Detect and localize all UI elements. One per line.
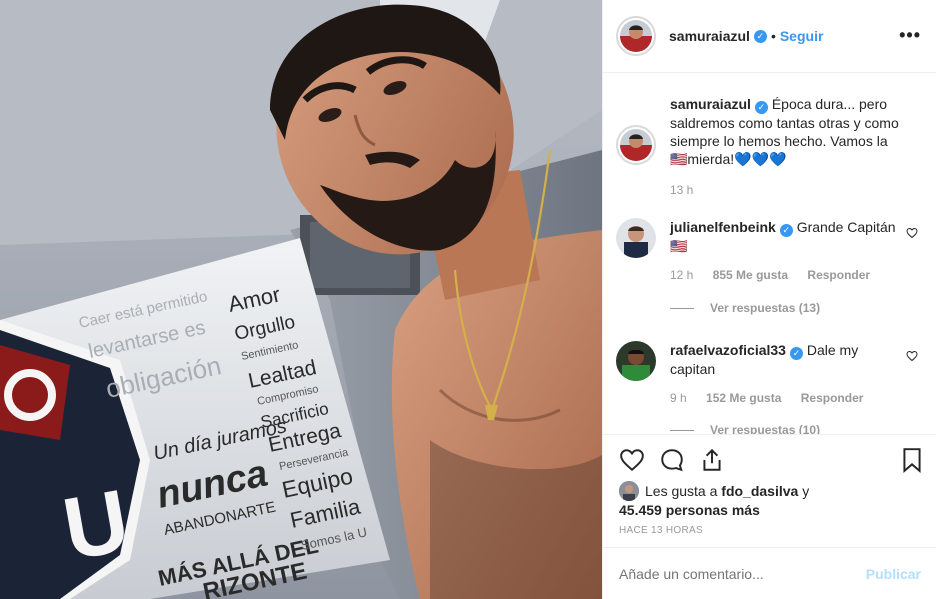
likes-summary[interactable]: Les gusta a fdo_dasilva y 45.459 persona… [619,481,809,519]
like-comment-heart-icon[interactable] [906,227,918,239]
post-photo[interactable]: U Caer está permitido levantarse es obli… [0,0,602,599]
avatar-image [619,481,639,501]
comment-time: 12 h [670,268,694,282]
follow-button[interactable]: Seguir [780,28,824,44]
replies-line [670,429,694,431]
comment-time: 9 h [670,391,687,405]
caption: samuraiazul ✓ Época dura... pero saldremo… [616,95,926,205]
share-icon[interactable] [699,447,725,473]
more-options-icon[interactable]: ••• [899,26,921,44]
separator-dot: • [770,28,776,44]
like-comment-heart-icon[interactable] [906,350,918,362]
commenter-avatar[interactable] [616,341,656,381]
verified-icon: ✓ [754,101,768,114]
post-side-panel: samuraiazul ✓ • Seguir ••• samuraiazul ✓… [602,0,936,599]
posted-time: HACE 13 HORAS [619,525,703,536]
post-header: samuraiazul ✓ • Seguir ••• [603,0,936,73]
comment-body: julianelfenbeink ✓ Grande Capitán 🇺🇸 [670,218,905,255]
comment-meta: 12 h 855 Me gusta Responder [670,268,886,282]
view-replies-label: Ver respuestas (10) [710,423,821,434]
comment-item: rafaelvazoficial33 ✓ Dale my capitan 9 h … [616,341,926,434]
caption-time: 13 h [670,183,694,197]
comments-list[interactable]: samuraiazul ✓ Época dura... pero saldremo… [603,73,936,434]
comment-username[interactable]: rafaelvazoficial33 [670,342,786,358]
author-username[interactable]: samuraiazul [669,28,750,44]
comment-bubble-icon[interactable] [659,447,685,473]
bookmark-icon[interactable] [899,447,925,473]
selfie-image: U Caer está permitido levantarse es obli… [0,0,602,599]
comment-meta: 9 h 152 Me gusta Responder [670,391,879,405]
replies-line [670,307,694,309]
verified-icon: ✓ [789,347,803,360]
caption-meta: 13 h [670,183,709,197]
likes-count[interactable]: 45.459 personas más [619,502,760,518]
reply-button[interactable]: Responder [807,268,870,282]
comment-likes[interactable]: 855 Me gusta [713,268,788,282]
avatar-image [620,20,652,52]
instagram-post: U Caer está permitido levantarse es obli… [0,0,936,599]
comment-likes[interactable]: 152 Me gusta [706,391,781,405]
caption-username[interactable]: samuraiazul [670,96,751,112]
author-avatar[interactable] [616,16,656,56]
post-actions: Les gusta a fdo_dasilva y 45.459 persona… [603,434,936,547]
verified-icon: ✓ [779,224,793,237]
view-replies-button[interactable]: Ver respuestas (10) [670,423,820,434]
like-heart-icon[interactable] [619,447,645,473]
liker-username[interactable]: fdo_dasilva [721,483,798,499]
publish-button[interactable]: Publicar [866,566,921,582]
avatar-image [616,218,656,258]
view-replies-button[interactable]: Ver respuestas (13) [670,301,820,315]
comment-body: rafaelvazoficial33 ✓ Dale my capitan [670,341,905,378]
comment-input[interactable] [619,565,866,582]
commenter-avatar[interactable] [616,218,656,258]
caption-body: samuraiazul ✓ Época dura... pero saldremo… [670,95,905,168]
likes-middle: y [802,483,810,499]
avatar-image [616,341,656,381]
reply-button[interactable]: Responder [801,391,864,405]
comment-username[interactable]: julianelfenbeink [670,219,776,235]
view-replies-label: Ver respuestas (13) [710,301,821,315]
likes-prefix: Les gusta a [645,483,718,499]
caption-avatar[interactable] [616,125,656,165]
avatar-image [620,129,652,161]
liker-avatar[interactable] [619,481,639,501]
add-comment-bar: Publicar [603,547,936,599]
verified-icon: ✓ [753,29,767,43]
